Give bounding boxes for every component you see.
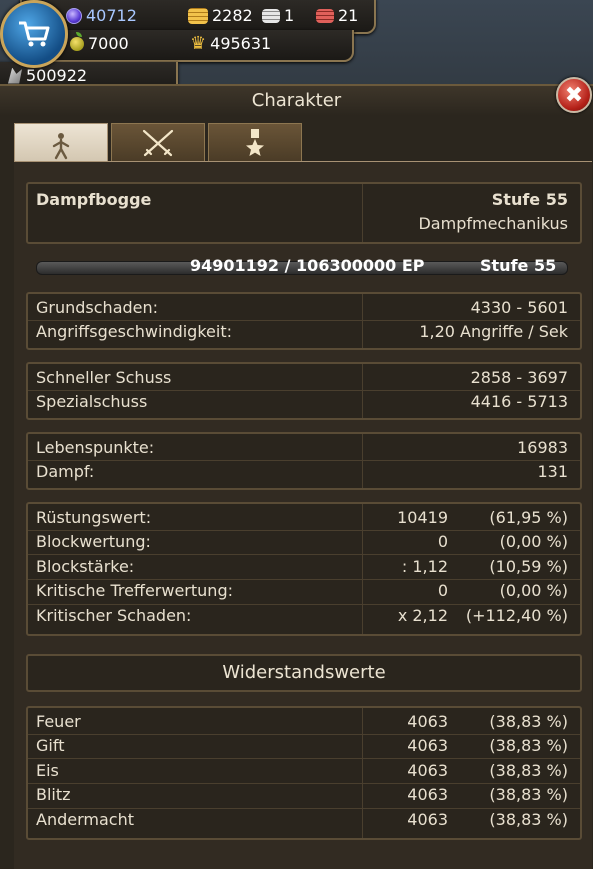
panel-title: Charakter [251, 90, 342, 111]
stat-row: Grundschaden: 4330 - 5601 [36, 298, 568, 317]
apples-counter: 7000 [70, 31, 129, 53]
medal-icon [246, 129, 264, 156]
close-icon: ✖ [564, 82, 584, 108]
character-level: Stufe 55 [491, 190, 568, 209]
character-class: Dampfmechanikus [418, 214, 568, 233]
stat-row: Lebenspunkte: 16983 [36, 438, 568, 457]
damage-box: Grundschaden: 4330 - 5601 Angriffsgeschw… [26, 292, 582, 350]
ruby-coins-icon [316, 8, 334, 23]
tab-achievements[interactable] [208, 123, 302, 163]
walking-figure-icon [52, 133, 70, 160]
stat-row: Dampf: 131 [36, 462, 568, 481]
crossed-swords-icon [142, 129, 174, 157]
resource-bar-top: 40712 2282 1 21 [20, 0, 376, 34]
xp-text: 94901192 / 106300000 EP [190, 256, 425, 275]
steam-counter: 500922 [8, 66, 87, 85]
tab-combat[interactable] [111, 123, 205, 163]
stat-row: Spezialschuss 4416 - 5713 [36, 392, 568, 411]
resistance-row: Gift 4063 (38,83 %) [36, 736, 568, 755]
silver-coins-icon [262, 8, 280, 23]
identity-box: Dampfbogge Stufe 55 Dampfmechanikus [26, 182, 582, 244]
skills-box: Schneller Schuss 2858 - 3697 Spezialschu… [26, 362, 582, 420]
tab-bar [14, 123, 302, 169]
class-row: Dampfmechanikus [36, 214, 568, 238]
honor-counter: ♛ 495631 [190, 32, 272, 54]
stat-row: Blockwertung: 0 (0,00 %) [36, 532, 568, 551]
stat-row: Schneller Schuss 2858 - 3697 [36, 368, 568, 387]
silver-counter: 1 [262, 6, 294, 25]
gold-coins-icon [188, 7, 208, 24]
stat-row: Kritischer Schaden: x 2,12 (+112,40 %) [36, 606, 568, 625]
vitals-box: Lebenspunkte: 16983 Dampf: 131 [26, 432, 582, 490]
resource-bar-second: 7000 ♛ 495631 [20, 30, 354, 62]
resistance-row: Blitz 4063 (38,83 %) [36, 785, 568, 804]
ruby-counter: 21 [316, 6, 358, 25]
defense-box: Rüstungswert: 10419 (61,95 %) Blockwertu… [26, 502, 582, 636]
steam-icon [8, 67, 22, 84]
identity-row: Dampfbogge Stufe 55 [36, 190, 568, 214]
panel-titlebar: Charakter [0, 86, 593, 116]
resistance-row: Andermacht 4063 (38,83 %) [36, 810, 568, 829]
resistances-box: Feuer 4063 (38,83 %) Gift 4063 (38,83 %)… [26, 706, 582, 840]
crown-icon: ♛ [190, 32, 207, 54]
resistances-header: Widerstandswerte [26, 654, 582, 692]
panel-content: Dampfbogge Stufe 55 Dampfmechanikus 9490… [14, 161, 592, 869]
gold-counter: 2282 [188, 6, 253, 25]
character-name: Dampfbogge [36, 190, 152, 209]
close-button[interactable]: ✖ [556, 77, 592, 113]
shop-button[interactable] [0, 0, 68, 68]
stat-row: Angriffsgeschwindigkeit: 1,20 Angriffe /… [36, 322, 568, 341]
stat-row: Kritische Trefferwertung: 0 (0,00 %) [36, 581, 568, 600]
character-panel: Charakter ✖ Dampfbogge Stufe 55 Dampfmec… [0, 77, 593, 869]
stat-row: Blockstärke: : 1,12 (10,59 %) [36, 557, 568, 576]
shopping-cart-icon [19, 21, 50, 47]
stat-row: Rüstungswert: 10419 (61,95 %) [36, 508, 568, 527]
xp-level: Stufe 55 [480, 256, 557, 275]
apple-icon [70, 31, 84, 51]
gems-counter: 40712 [66, 6, 137, 25]
resistance-row: Feuer 4063 (38,83 %) [36, 712, 568, 731]
resistance-row: Eis 4063 (38,83 %) [36, 761, 568, 780]
gem-icon [66, 7, 82, 24]
